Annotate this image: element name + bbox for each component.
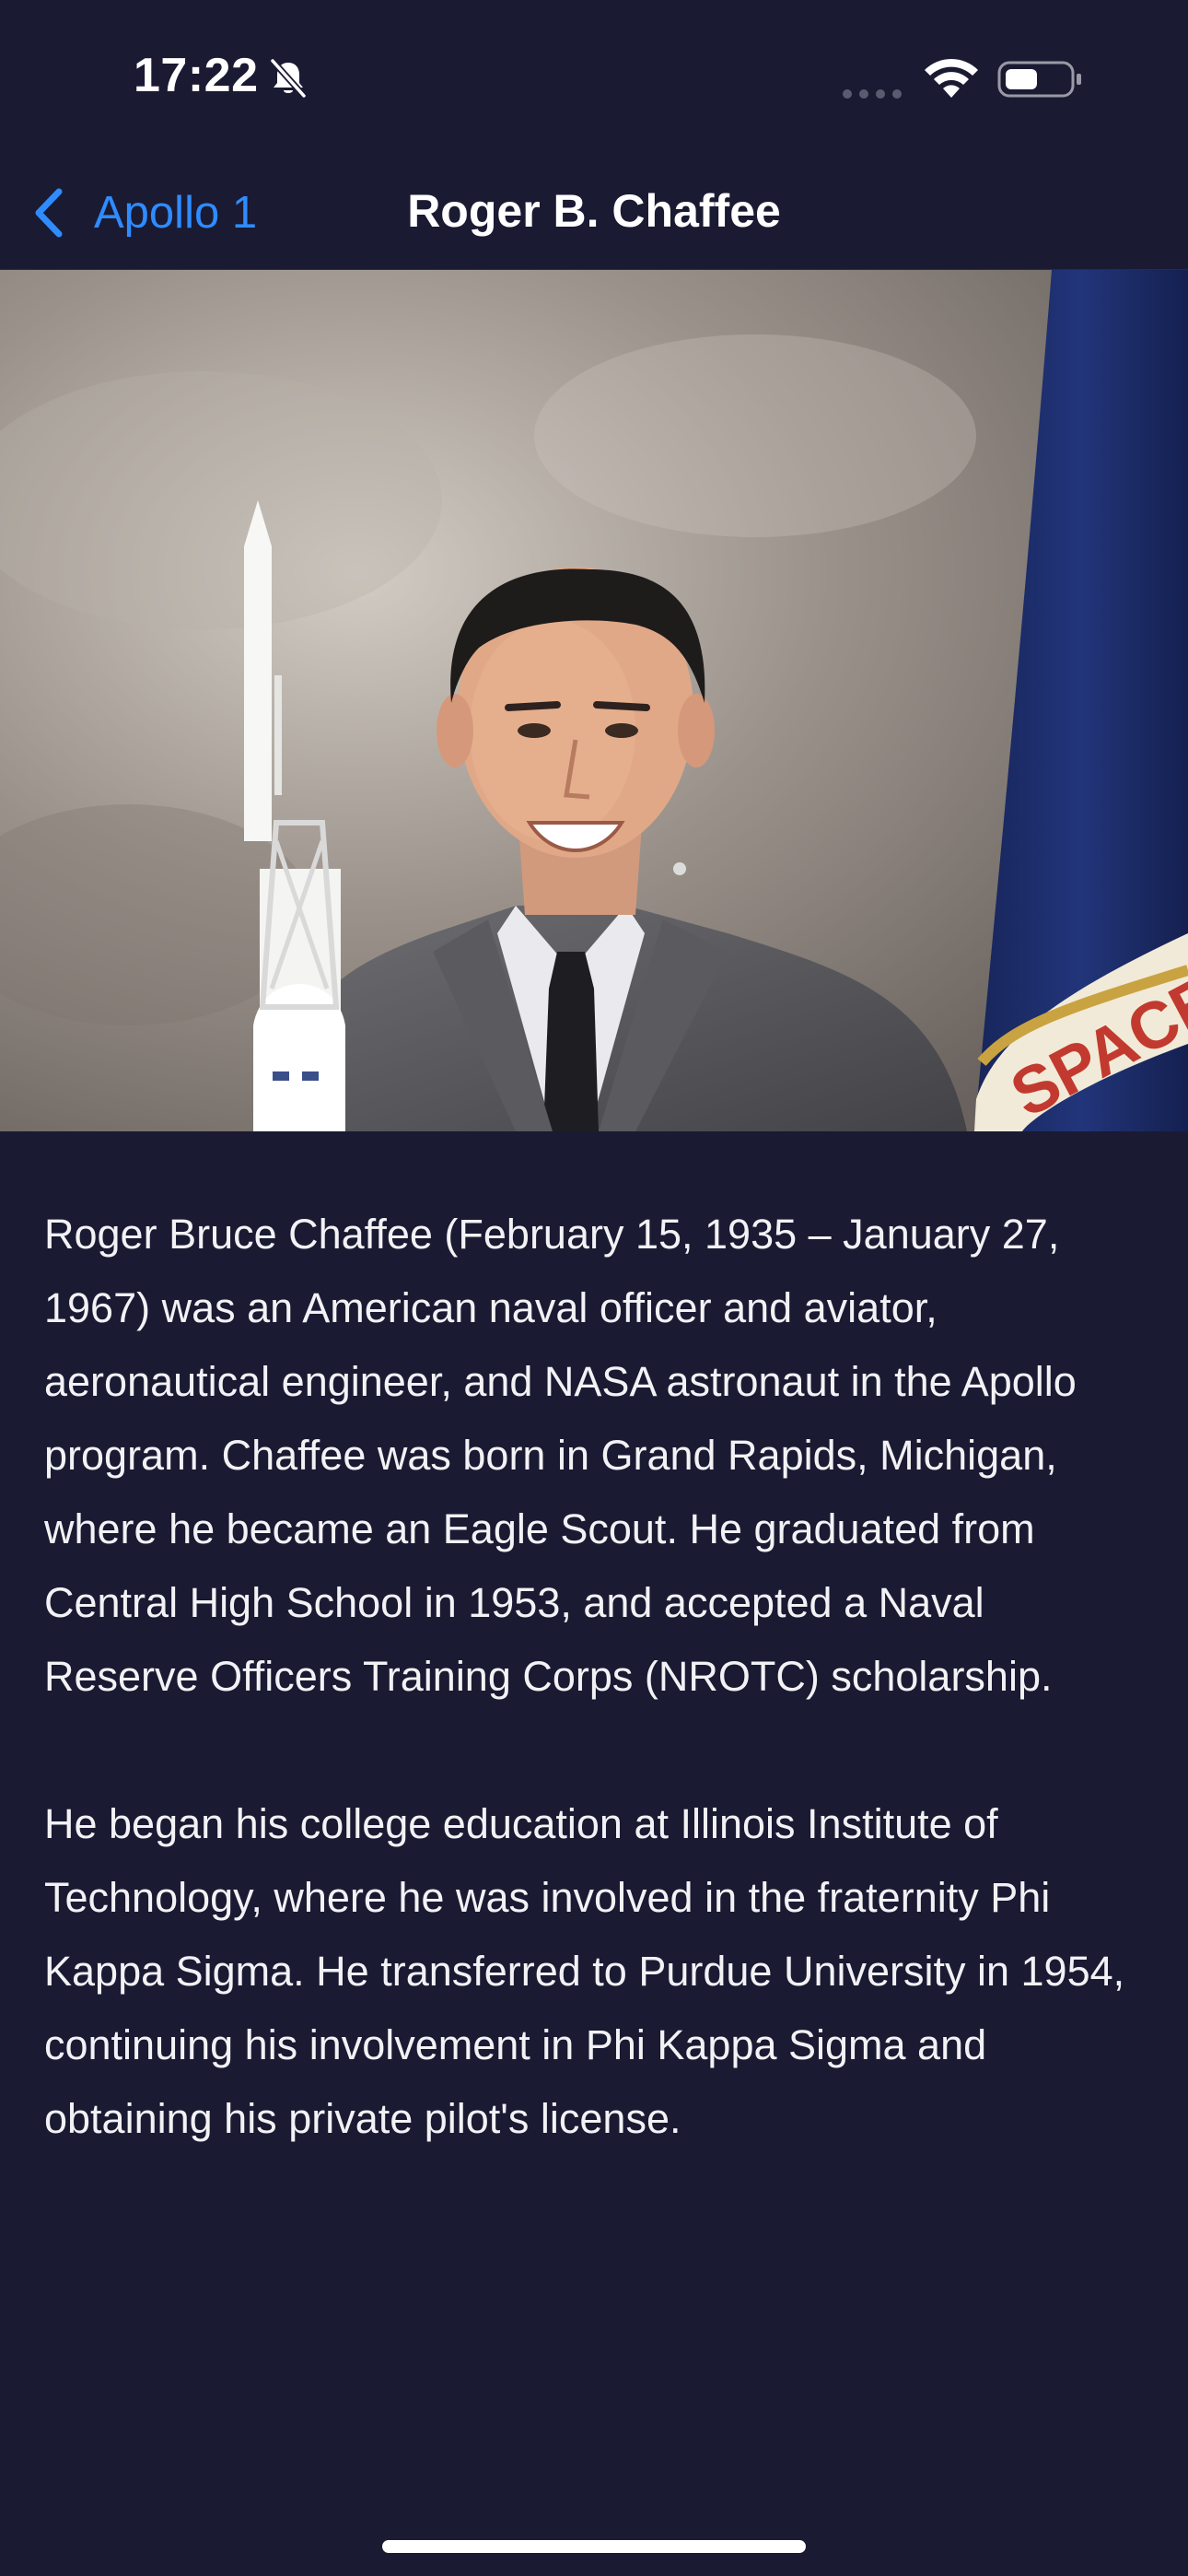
wifi-icon bbox=[925, 58, 978, 98]
page-title: Roger B. Chaffee bbox=[407, 185, 781, 237]
article-body: Roger Bruce Chaffee (February 15, 1935 –… bbox=[44, 1198, 1149, 2230]
paragraph-2: He began his college education at Illino… bbox=[44, 1800, 1125, 2142]
paragraph-1: Roger Bruce Chaffee (February 15, 1935 –… bbox=[44, 1211, 1077, 1700]
battery-icon bbox=[997, 61, 1081, 98]
navigation-bar: Apollo 1 Roger B. Chaffee bbox=[0, 157, 1188, 270]
home-indicator[interactable] bbox=[382, 2540, 806, 2553]
status-bar: 17:22 bbox=[0, 0, 1188, 157]
bell-slash-icon bbox=[270, 58, 307, 99]
cellular-signal-icon bbox=[843, 89, 902, 99]
status-time: 17:22 bbox=[134, 49, 259, 102]
portrait-photo: SPACE bbox=[0, 270, 1188, 1131]
